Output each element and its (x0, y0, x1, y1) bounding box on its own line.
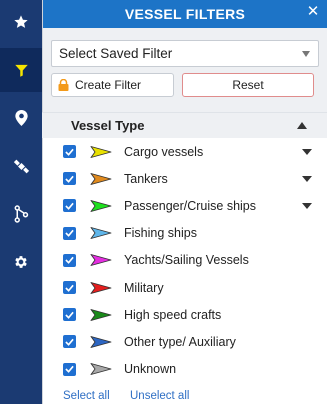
vessel-type-label: Other type/ Auxiliary (124, 334, 236, 349)
route-icon (14, 205, 29, 223)
vessel-type-label: Unknown (124, 362, 177, 377)
panel-header: VESSEL FILTERS ✕ (43, 0, 327, 28)
vessel-type-list: Cargo vessels Tankers Passenger/Cruise shi… (42, 138, 327, 383)
checkbox[interactable] (63, 145, 76, 159)
sidebar-item-settings[interactable] (0, 240, 42, 284)
vessel-type-label: Military (124, 280, 164, 295)
vessel-marker-icon (90, 200, 112, 212)
vessel-type-header[interactable]: Vessel Type (42, 112, 327, 138)
vessel-type-label: Passenger/Cruise ships (124, 198, 257, 213)
checkbox[interactable] (63, 172, 76, 186)
vessel-marker-icon (90, 308, 112, 321)
chevron-down-icon[interactable] (302, 176, 312, 183)
create-filter-button[interactable]: Create Filter (51, 73, 174, 97)
satellite-icon (13, 159, 29, 173)
reset-button[interactable]: Reset (182, 73, 314, 97)
gear-icon (15, 256, 27, 268)
lock-icon (58, 79, 69, 91)
vessel-marker-icon (90, 363, 112, 376)
reset-label: Reset (232, 78, 264, 92)
vessel-type-item[interactable]: Cargo vessels (42, 138, 327, 165)
vessel-marker-icon (90, 145, 112, 158)
vessel-type-item[interactable]: High speed crafts (42, 301, 327, 328)
vessel-marker-icon (90, 172, 112, 185)
checkbox[interactable] (63, 362, 76, 376)
chevron-down-icon[interactable] (302, 149, 312, 155)
map-pin-icon (14, 110, 28, 126)
vessel-type-item[interactable]: Passenger/Cruise ships (42, 192, 327, 219)
vessel-marker-icon (90, 254, 112, 267)
vessel-type-item[interactable]: Fishing ships (42, 220, 327, 247)
vessel-marker-icon (90, 281, 112, 294)
vessel-type-label: High speed crafts (124, 307, 222, 322)
panel-title: VESSEL FILTERS (124, 6, 246, 22)
checkbox[interactable] (63, 281, 76, 295)
vessel-marker-icon (90, 227, 112, 240)
vessel-type-item[interactable]: Other type/ Auxiliary (42, 328, 327, 355)
vessel-type-label: Fishing ships (124, 226, 197, 241)
select-all-link[interactable]: Select all (63, 390, 110, 402)
vessel-type-label: Tankers (124, 171, 168, 186)
checkbox[interactable] (63, 226, 76, 240)
checkbox[interactable] (63, 308, 76, 322)
vessel-type-item[interactable]: Unknown (42, 356, 327, 383)
chevron-up-icon[interactable] (297, 122, 307, 129)
sidebar-item-favorites[interactable] (0, 0, 42, 44)
saved-filter-value: Select Saved Filter (59, 46, 173, 61)
sidebar-item-filters[interactable] (0, 48, 42, 92)
chevron-down-icon (302, 51, 310, 57)
filter-button-row: Create Filter Reset (51, 73, 319, 97)
close-icon[interactable]: ✕ (305, 4, 321, 20)
vessel-type-item[interactable]: Military (42, 274, 327, 301)
unselect-all-link[interactable]: Unselect all (130, 390, 189, 402)
vessel-type-label: Vessel Type (71, 118, 145, 133)
sidebar-item-locations[interactable] (0, 96, 42, 140)
vessel-type-label: Cargo vessels (124, 144, 204, 159)
vessel-type-item[interactable]: Yachts/Sailing Vessels (42, 247, 327, 274)
star-icon (14, 15, 28, 28)
create-filter-label: Create Filter (75, 78, 142, 92)
chevron-down-icon[interactable] (302, 203, 312, 210)
checkbox[interactable] (63, 199, 76, 213)
sidebar-item-satellite[interactable] (0, 144, 42, 188)
filter-icon (14, 64, 28, 77)
vessel-marker-icon (90, 335, 112, 348)
checkbox[interactable] (63, 253, 76, 267)
sidebar (0, 0, 42, 404)
saved-filter-select[interactable]: Select Saved Filter (51, 40, 319, 67)
vessel-type-item[interactable]: Tankers (42, 165, 327, 192)
sidebar-item-routes[interactable] (0, 192, 42, 236)
vessel-type-label: Yachts/Sailing Vessels (124, 253, 249, 268)
checkbox[interactable] (63, 335, 76, 349)
